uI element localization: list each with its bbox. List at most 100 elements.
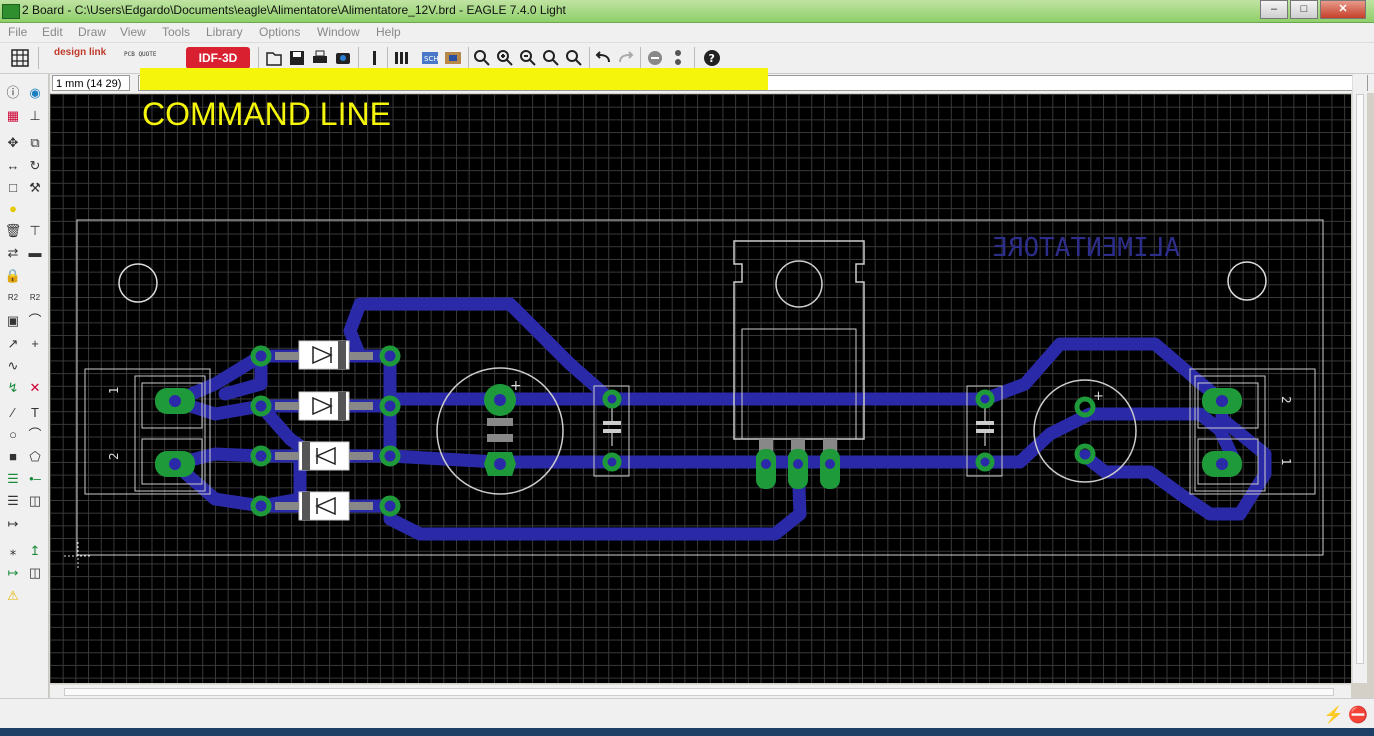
rect-icon[interactable]: ■	[4, 448, 22, 466]
auto-icon[interactable]: ↥	[26, 542, 44, 560]
maximize-button[interactable]: □	[1290, 0, 1318, 19]
auto-route-icon[interactable]: ✕	[26, 379, 44, 397]
taskbar	[0, 728, 1374, 736]
warning-icon[interactable]: ⚠	[4, 587, 22, 605]
show-icon[interactable]: ◉	[26, 84, 44, 102]
menu-edit[interactable]: Edit	[42, 25, 63, 39]
menu-file[interactable]: File	[8, 25, 27, 39]
command-line-annotation: COMMAND LINE	[142, 96, 391, 132]
delete-icon[interactable]: 🗑	[4, 222, 22, 240]
dimension-icon[interactable]: ↦	[4, 515, 22, 533]
menu-view[interactable]: View	[120, 25, 146, 39]
cam-icon[interactable]	[333, 48, 353, 68]
script-icon[interactable]	[364, 48, 384, 68]
mount-hole	[1227, 261, 1267, 301]
help-icon[interactable]: ?	[702, 48, 722, 68]
signal-icon[interactable]: •–	[26, 470, 44, 488]
right-pin-1-label: 1	[1279, 458, 1293, 466]
left-pin-1-label: 1	[107, 386, 121, 394]
undo-icon[interactable]	[593, 48, 613, 68]
cap-right-plus: +	[1093, 389, 1104, 404]
smash-icon[interactable]: R2	[26, 289, 44, 307]
save-icon[interactable]	[287, 48, 307, 68]
horizontal-scrollbar[interactable]	[50, 684, 1351, 699]
value-icon[interactable]: R2	[4, 289, 22, 307]
status-bar: ⚡ ⛔	[0, 698, 1374, 729]
stop-sign-icon[interactable]: ⛔	[1348, 707, 1368, 724]
grid-icon[interactable]	[10, 48, 30, 68]
origin-cross	[64, 542, 92, 570]
silk-text: ALIMENTATORE	[992, 233, 1180, 263]
left-toolbar: ⓘ ◉ ▦ ⊥ ✥ ⧉ ↔ ↻ □ ⚒ ● 🗑 ⊤ ⇄ ▬ 🔒 R2 R2 ▣ …	[0, 74, 49, 728]
copy-icon[interactable]: ⧉	[26, 134, 44, 152]
mark-icon[interactable]: ⊥	[26, 107, 44, 125]
close-button[interactable]: ✕	[1320, 0, 1366, 19]
via-icon[interactable]: ☰	[4, 470, 22, 488]
menu-draw[interactable]: Draw	[78, 25, 106, 39]
route-icon[interactable]: +	[26, 335, 44, 353]
display-icon[interactable]: ▦	[4, 107, 22, 125]
drc-icon[interactable]: ↦	[4, 564, 22, 582]
title-bar: 2 Board - C:\Users\Edgardo\Documents\eag…	[0, 0, 1374, 23]
ripup-icon[interactable]: ∿	[4, 357, 22, 375]
open-icon[interactable]	[264, 48, 284, 68]
paste-icon[interactable]: ●	[4, 200, 22, 218]
optimize-icon[interactable]: ↗	[4, 335, 22, 353]
circle-icon[interactable]: ○	[4, 426, 22, 444]
miter-icon[interactable]: ▣	[4, 312, 22, 330]
command-line-highlight	[140, 68, 768, 90]
go-icon[interactable]	[668, 48, 688, 68]
attribute-icon[interactable]: ◫	[26, 492, 44, 510]
hole-icon[interactable]: ☰	[4, 492, 22, 510]
zoom-in-icon[interactable]	[495, 48, 515, 68]
pcb-quote-logo[interactable]: PCB QUOTE	[124, 51, 157, 58]
vertical-scrollbar[interactable]	[1352, 74, 1367, 683]
sch-icon[interactable]: SCH	[420, 48, 440, 68]
eagle-app-icon	[2, 4, 20, 19]
split-icon[interactable]: ⌒	[26, 312, 44, 330]
move-icon[interactable]: ✥	[4, 134, 22, 152]
ratsnest-icon[interactable]: ⁎	[4, 542, 22, 560]
menu-library[interactable]: Library	[206, 25, 243, 39]
lock-icon[interactable]: ▬	[26, 244, 44, 262]
mount-hole	[118, 263, 158, 303]
arc-icon[interactable]: ⌒	[26, 426, 44, 444]
errors-icon[interactable]: ◫	[26, 564, 44, 582]
menu-window[interactable]: Window	[317, 25, 360, 39]
zoom-fit-icon[interactable]	[472, 48, 492, 68]
svg-text:?: ?	[709, 52, 715, 65]
name-icon[interactable]: 🔒	[4, 267, 22, 285]
line-icon[interactable]: ∕	[4, 404, 22, 422]
coordinate-display: 1 mm (14 29)	[52, 75, 130, 91]
rotate-icon[interactable]: ↻	[26, 157, 44, 175]
svg-text:SCH: SCH	[424, 55, 439, 63]
add-icon[interactable]: ⊤	[26, 222, 44, 240]
ulp-icon[interactable]	[392, 48, 412, 68]
board-icon[interactable]	[443, 48, 463, 68]
zoom-out-icon[interactable]	[518, 48, 538, 68]
text-icon[interactable]: T	[26, 404, 44, 422]
stop-icon[interactable]	[645, 48, 665, 68]
mirror-icon[interactable]: ↔	[4, 157, 22, 175]
menu-options[interactable]: Options	[259, 25, 300, 39]
regulator-outline	[733, 240, 865, 440]
board-canvas[interactable]: 1 2 + + 2 1 ALIMENTATORE COMMAND LINE	[50, 94, 1351, 683]
minimize-button[interactable]: –	[1260, 0, 1288, 19]
menu-help[interactable]: Help	[376, 25, 401, 39]
lightning-icon[interactable]: ⚡	[1324, 707, 1344, 724]
group-icon[interactable]: □	[4, 179, 22, 197]
zoom-select-icon[interactable]	[564, 48, 584, 68]
menu-bar: File Edit Draw View Tools Library Option…	[0, 23, 1374, 43]
wire-icon[interactable]: ↯	[4, 379, 22, 397]
replace-icon[interactable]: ⇄	[4, 244, 22, 262]
change-icon[interactable]: ⚒	[26, 179, 44, 197]
info-icon[interactable]: ⓘ	[4, 84, 22, 102]
design-link-logo[interactable]: design link	[54, 48, 106, 58]
redo-icon[interactable]	[616, 48, 636, 68]
print-icon[interactable]	[310, 48, 330, 68]
polygon-icon[interactable]: ⬠	[26, 448, 44, 466]
idf-3d-button[interactable]: IDF-3D	[186, 47, 250, 69]
zoom-redraw-icon[interactable]	[541, 48, 561, 68]
window-title: 2 Board - C:\Users\Edgardo\Documents\eag…	[22, 3, 566, 17]
menu-tools[interactable]: Tools	[162, 25, 190, 39]
